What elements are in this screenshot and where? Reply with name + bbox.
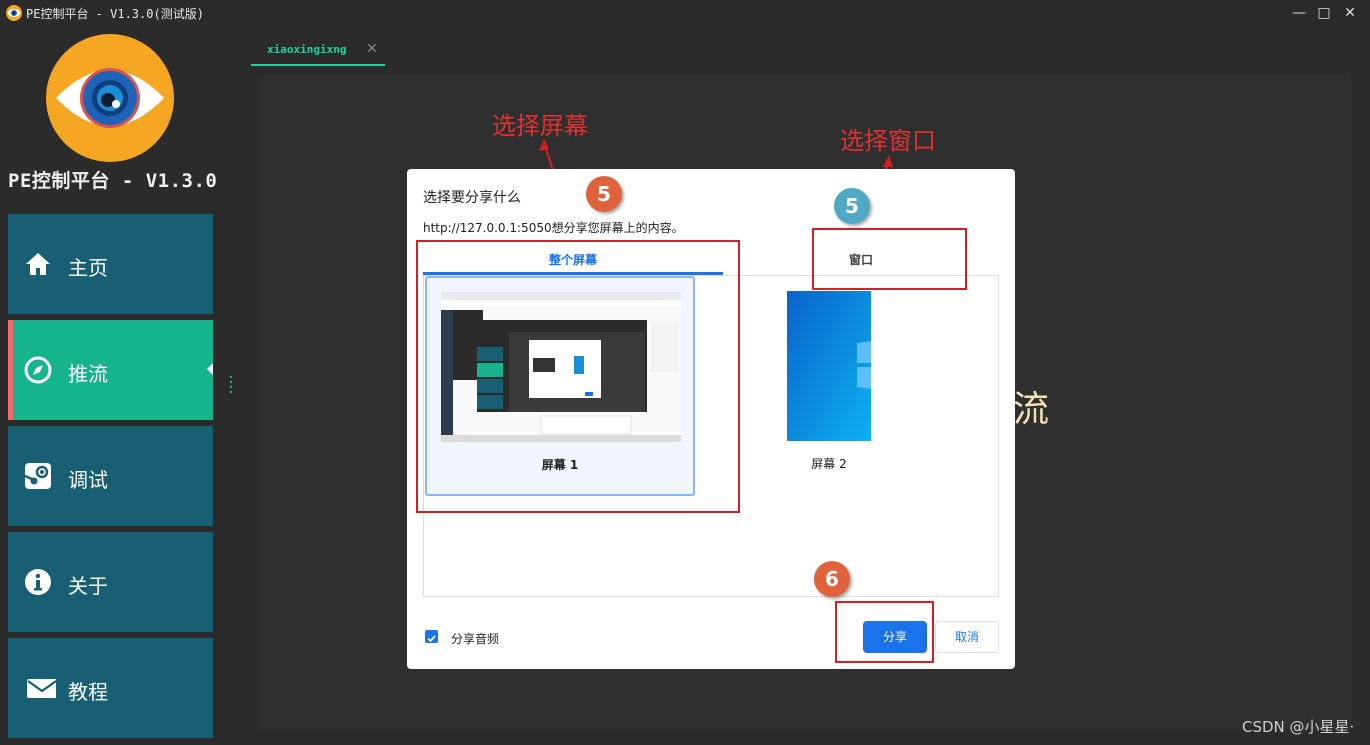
sidebar-item-label: 关于 — [68, 574, 108, 598]
step-badge-screen: 5 — [586, 176, 622, 212]
step-badge-window: 5 — [834, 188, 870, 224]
dialog-title: 选择要分享什么 — [423, 190, 521, 206]
sidebar-item-label: 主页 — [68, 256, 108, 280]
title-bar: PE控制平台 - V1.3.0(测试版) — □ ✕ — [0, 0, 1370, 26]
cancel-button[interactable]: 取消 — [935, 621, 999, 653]
dialog-description: http://127.0.0.1:5050想分享您屏幕上的内容。 — [423, 221, 684, 235]
sidebar-item-label: 推流 — [68, 362, 108, 386]
annotation-box-share — [835, 601, 934, 663]
annotation-box-window — [812, 228, 967, 290]
close-button[interactable]: ✕ — [1337, 2, 1363, 24]
watermark: CSDN @小星星· — [1242, 718, 1355, 736]
active-indicator-caret — [207, 363, 213, 375]
sidebar-item-about[interactable]: 关于 — [8, 532, 213, 632]
tab-close-icon[interactable]: ✕ — [366, 41, 378, 57]
tab-label: xiaoxingixng — [267, 43, 347, 56]
sidebar-item-label: 调试 — [68, 468, 108, 492]
panel-splitter-handle[interactable] — [230, 376, 233, 396]
app-logo-eye-icon — [46, 34, 174, 162]
checkmark-icon — [427, 635, 436, 643]
envelope-icon — [27, 679, 56, 698]
annotation-box-screen — [416, 240, 740, 513]
sidebar-item-label: 教程 — [68, 680, 108, 704]
screen-2-thumbnail[interactable] — [787, 291, 871, 441]
steam-icon — [24, 463, 51, 489]
sidebar-item-tutorial[interactable]: 教程 — [8, 638, 213, 738]
sidebar-item-home[interactable]: 主页 — [8, 214, 213, 314]
step-badge-share: 6 — [814, 561, 850, 597]
eye-logo-icon — [6, 5, 22, 21]
info-icon — [25, 569, 51, 595]
share-audio-label: 分享音频 — [451, 632, 500, 646]
screen-2-label[interactable]: 屏幕 2 — [754, 455, 904, 472]
window-title: PE控制平台 - V1.3.0(测试版) — [26, 7, 204, 21]
minimize-button[interactable]: — — [1286, 2, 1312, 24]
compass-icon — [24, 356, 52, 384]
tab-xiaoxingixng[interactable]: xiaoxingixng ✕ — [251, 36, 385, 66]
app-name: PE控制平台 - V1.3.0 — [8, 170, 218, 192]
sidebar-item-debug[interactable]: 调试 — [8, 426, 213, 526]
sidebar-item-push-stream[interactable]: 推流 — [8, 320, 213, 420]
maximize-button[interactable]: □ — [1311, 2, 1337, 24]
share-audio-checkbox[interactable] — [425, 630, 438, 643]
home-icon — [26, 253, 50, 275]
background-heading: 流 — [1013, 389, 1050, 430]
tab-active-underline — [251, 64, 385, 66]
